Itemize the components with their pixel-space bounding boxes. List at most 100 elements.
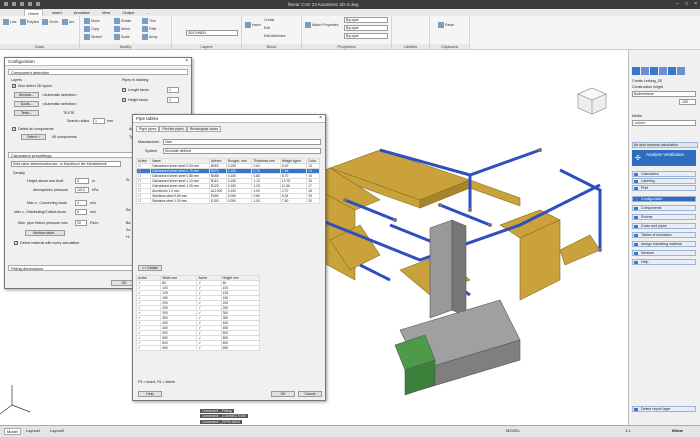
height-combo[interactable]: Bodenebene bbox=[632, 91, 696, 97]
minimize-icon[interactable]: – bbox=[676, 1, 679, 7]
undo-icon[interactable] bbox=[28, 2, 32, 6]
device-tool-icon[interactable] bbox=[659, 67, 667, 75]
edit-attributes-button[interactable]: Edit Attributes bbox=[264, 34, 286, 38]
rp-help[interactable]: Help bbox=[632, 259, 696, 265]
tab-flexible-pipes[interactable]: Flexible pipes bbox=[159, 126, 187, 132]
create-block-button[interactable]: Create bbox=[264, 18, 275, 22]
arc-button[interactable]: Arc bbox=[62, 19, 74, 25]
component-detection-header[interactable]: Component detection bbox=[8, 69, 188, 75]
block-panel-label[interactable]: Block bbox=[242, 44, 301, 49]
clipboard-panel-label[interactable]: Clipboard bbox=[430, 44, 469, 49]
tab-output[interactable]: Output bbox=[119, 9, 137, 16]
array-button[interactable]: Array bbox=[142, 34, 157, 40]
table-row[interactable]: ✓ 650 ✓ 650 bbox=[135, 345, 261, 351]
pipe-tool-icon[interactable] bbox=[641, 67, 649, 75]
max-friction-input[interactable]: 20 bbox=[75, 220, 87, 226]
medium-table-button[interactable]: Medium table... bbox=[25, 230, 65, 236]
open-icon[interactable] bbox=[12, 2, 16, 6]
close-icon[interactable]: × bbox=[694, 1, 697, 7]
match-properties-button[interactable]: Match Properties bbox=[305, 22, 338, 28]
detect-material-checkbox[interactable]: ✓ bbox=[14, 241, 18, 245]
draw-panel-label[interactable]: Draw bbox=[0, 44, 79, 49]
table-row[interactable]: ☐ Stainless steel 1.00 mm E100 0.050 1.00 7.8… bbox=[135, 198, 320, 204]
modify-panel-label[interactable]: Modify bbox=[80, 44, 171, 49]
maximize-icon[interactable]: □ bbox=[685, 1, 688, 7]
tab-rigid-pipes[interactable]: Rigid pipes bbox=[136, 126, 160, 132]
tab-home[interactable]: Home bbox=[24, 9, 43, 16]
annotation-scale[interactable]: 1:1 bbox=[625, 428, 631, 433]
select-button[interactable]: Select > bbox=[21, 134, 46, 140]
polyline-button[interactable]: Polyline bbox=[20, 19, 39, 25]
view-cube-icon[interactable] bbox=[577, 87, 607, 115]
insert-block-button[interactable]: Insert bbox=[245, 22, 261, 28]
close-icon[interactable]: × bbox=[319, 115, 322, 121]
details-button[interactable]: << Details bbox=[138, 265, 162, 271]
zeta-value-dropdown[interactable]: Zeta value determination acc. to Handbuc… bbox=[11, 161, 121, 167]
also-detect-checkbox[interactable]: ✓ bbox=[12, 84, 16, 88]
detect-all-checkbox[interactable]: ✓ bbox=[12, 127, 16, 131]
rp-calculation[interactable]: Calculation bbox=[632, 171, 696, 177]
section-header[interactable]: Air duct network calculation bbox=[632, 142, 698, 148]
rp-insulation-tables[interactable]: Tables of insulation bbox=[632, 232, 696, 238]
tab-rectangular-ducts[interactable]: Rectangular ducts bbox=[186, 126, 221, 132]
save-icon[interactable] bbox=[20, 2, 24, 6]
measure-tool-icon[interactable] bbox=[677, 67, 685, 75]
utilities-panel-label[interactable]: Utilities bbox=[392, 44, 429, 49]
rp-labeling[interactable]: Labeling bbox=[632, 178, 696, 184]
properties-panel-label[interactable]: Properties bbox=[302, 44, 391, 49]
rp-medium[interactable]: Medium bbox=[632, 250, 696, 256]
height-sea-input[interactable]: 0 bbox=[75, 178, 89, 184]
redo-icon[interactable] bbox=[36, 2, 40, 6]
fillet-button[interactable]: Fillet bbox=[142, 26, 156, 32]
pipe-tables-ok-button[interactable]: OK bbox=[271, 391, 295, 397]
line-button[interactable]: Line bbox=[3, 19, 17, 25]
active-cell[interactable]: ✓ bbox=[135, 345, 162, 351]
system-dropdown[interactable]: Simulate defined bbox=[163, 148, 321, 154]
media-combo[interactable]: <ohne> bbox=[632, 120, 696, 126]
rp-configuration[interactable]: Configuration bbox=[632, 196, 696, 202]
paste-button[interactable]: Paste bbox=[438, 22, 454, 28]
height-offset-input[interactable]: -100 bbox=[679, 99, 696, 105]
tab-model[interactable]: Model bbox=[4, 428, 21, 435]
search-radius-input[interactable]: 1 bbox=[93, 118, 105, 124]
manufacturer-dropdown[interactable]: User bbox=[163, 139, 321, 145]
rp-rooms[interactable]: Rooms bbox=[632, 214, 696, 220]
length-factor-input[interactable]: 1 bbox=[167, 87, 179, 93]
quick-access-toolbar[interactable] bbox=[4, 2, 74, 7]
connect-tool-icon[interactable] bbox=[668, 67, 676, 75]
height-factor-input[interactable]: 1 bbox=[167, 97, 179, 103]
model-indicator[interactable]: MODEL bbox=[506, 428, 520, 433]
rp-assign-insulation[interactable]: Assign insulating material bbox=[632, 241, 696, 247]
linetype-dropdown[interactable]: ByLayer bbox=[344, 25, 388, 31]
layers-panel-label[interactable]: Layers bbox=[172, 44, 241, 49]
tab-layout2[interactable]: Layout2 bbox=[50, 428, 64, 433]
circle-button[interactable]: Circle bbox=[42, 19, 58, 25]
fitting-tool-icon[interactable] bbox=[650, 67, 658, 75]
active-cell[interactable]: ✓ bbox=[196, 345, 222, 351]
delete-report-layer-button[interactable]: Delete report layer bbox=[632, 406, 696, 412]
air-handling-unit[interactable] bbox=[394, 219, 521, 396]
texts-button[interactable]: Texts... bbox=[14, 110, 39, 116]
layer-dropdown[interactable]: ZEICHNEN bbox=[186, 30, 238, 36]
atm-pressure-input[interactable]: 1013 bbox=[75, 187, 89, 193]
height-factor-checkbox[interactable]: ✓ bbox=[122, 98, 126, 102]
trim-button[interactable]: Trim bbox=[142, 18, 156, 24]
active-cell[interactable]: ☐ bbox=[135, 198, 152, 204]
rotate-button[interactable]: Rotate bbox=[114, 18, 131, 24]
new-icon[interactable] bbox=[4, 2, 8, 6]
color-dropdown[interactable]: ByLayer bbox=[344, 17, 388, 23]
mirror-button[interactable]: Mirror bbox=[114, 26, 130, 32]
lineweight-dropdown[interactable]: ByLayer bbox=[344, 33, 388, 39]
move-button[interactable]: Move bbox=[84, 18, 100, 24]
max-v-connecting-input[interactable]: 4 bbox=[75, 200, 87, 206]
pipe-tables-cancel-button[interactable]: Cancel bbox=[298, 391, 322, 397]
tab-layout1[interactable]: Layout1 bbox=[26, 428, 40, 433]
edit-block-button[interactable]: Edit bbox=[264, 26, 270, 30]
scale-button[interactable]: Scale bbox=[114, 34, 130, 40]
tab-view[interactable]: View bbox=[99, 9, 114, 16]
rp-print[interactable]: Print bbox=[632, 185, 696, 191]
devices-button[interactable]: Devices... bbox=[14, 92, 39, 98]
stretch-button[interactable]: Stretch bbox=[84, 34, 102, 40]
tab-more[interactable]: ... bbox=[143, 9, 152, 16]
duct-tool-icon[interactable] bbox=[632, 67, 640, 75]
